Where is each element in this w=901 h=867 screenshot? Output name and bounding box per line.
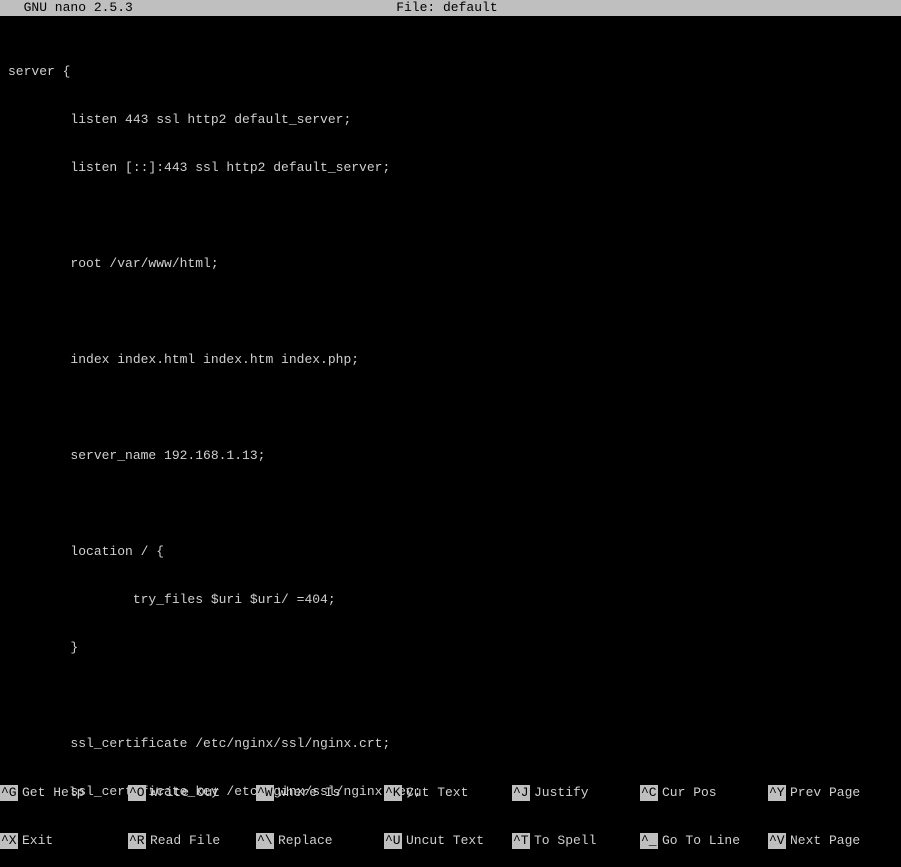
shortcut-where-is[interactable]: ^WWhere Is bbox=[256, 785, 384, 801]
shortcut-replace[interactable]: ^\Replace bbox=[256, 833, 384, 849]
shortcut-key: ^Y bbox=[768, 785, 786, 801]
shortcut-label: Exit bbox=[22, 833, 53, 849]
code-line: index index.html index.htm index.php; bbox=[0, 352, 901, 368]
shortcut-row-1: ^GGet Help^OWrite Out^WWhere Is^KCut Tex… bbox=[0, 785, 901, 801]
shortcut-key: ^G bbox=[0, 785, 18, 801]
code-line: root /var/www/html; bbox=[0, 256, 901, 272]
shortcut-key: ^T bbox=[512, 833, 530, 849]
shortcut-read-file[interactable]: ^RRead File bbox=[128, 833, 256, 849]
shortcut-key: ^O bbox=[128, 785, 146, 801]
shortcut-exit[interactable]: ^XExit bbox=[0, 833, 128, 849]
shortcut-cur-pos[interactable]: ^CCur Pos bbox=[640, 785, 768, 801]
code-line: server { bbox=[0, 64, 901, 80]
code-line bbox=[0, 688, 901, 704]
shortcut-write-out[interactable]: ^OWrite Out bbox=[128, 785, 256, 801]
shortcut-row-2: ^XExit^RRead File^\Replace^UUncut Text^T… bbox=[0, 833, 901, 849]
code-line: listen 443 ssl http2 default_server; bbox=[0, 112, 901, 128]
shortcut-key: ^V bbox=[768, 833, 786, 849]
shortcut-key: ^K bbox=[384, 785, 402, 801]
code-line: ssl_certificate /etc/nginx/ssl/nginx.crt… bbox=[0, 736, 901, 752]
shortcut-label: Uncut Text bbox=[406, 833, 484, 849]
shortcut-key: ^C bbox=[640, 785, 658, 801]
shortcut-go-to-line[interactable]: ^_Go To Line bbox=[640, 833, 768, 849]
code-line: location / { bbox=[0, 544, 901, 560]
shortcut-bar: ^GGet Help^OWrite Out^WWhere Is^KCut Tex… bbox=[0, 753, 901, 867]
shortcut-label: Go To Line bbox=[662, 833, 740, 849]
shortcut-to-spell[interactable]: ^TTo Spell bbox=[512, 833, 640, 849]
shortcut-label: To Spell bbox=[534, 833, 596, 849]
code-line bbox=[0, 304, 901, 320]
shortcut-label: Justify bbox=[534, 785, 589, 801]
code-line: listen [::]:443 ssl http2 default_server… bbox=[0, 160, 901, 176]
code-line bbox=[0, 400, 901, 416]
code-line bbox=[0, 496, 901, 512]
app-name: GNU nano 2.5.3 bbox=[0, 0, 133, 16]
file-label: File: default bbox=[133, 0, 761, 16]
shortcut-key: ^\ bbox=[256, 833, 274, 849]
shortcut-label: Cut Text bbox=[406, 785, 468, 801]
shortcut-cut-text[interactable]: ^KCut Text bbox=[384, 785, 512, 801]
code-line bbox=[0, 208, 901, 224]
shortcut-justify[interactable]: ^JJustify bbox=[512, 785, 640, 801]
shortcut-prev-page[interactable]: ^YPrev Page bbox=[768, 785, 896, 801]
shortcut-next-page[interactable]: ^VNext Page bbox=[768, 833, 896, 849]
shortcut-label: Cur Pos bbox=[662, 785, 717, 801]
shortcut-uncut-text[interactable]: ^UUncut Text bbox=[384, 833, 512, 849]
shortcut-label: Prev Page bbox=[790, 785, 860, 801]
shortcut-key: ^U bbox=[384, 833, 402, 849]
shortcut-label: Next Page bbox=[790, 833, 860, 849]
editor-area[interactable]: server { listen 443 ssl http2 default_se… bbox=[0, 16, 901, 867]
shortcut-label: Write Out bbox=[150, 785, 220, 801]
shortcut-get-help[interactable]: ^GGet Help bbox=[0, 785, 128, 801]
shortcut-label: Replace bbox=[278, 833, 333, 849]
code-line: server_name 192.168.1.13; bbox=[0, 448, 901, 464]
title-bar: GNU nano 2.5.3 File: default bbox=[0, 0, 901, 16]
shortcut-key: ^R bbox=[128, 833, 146, 849]
shortcut-label: Get Help bbox=[22, 785, 84, 801]
shortcut-label: Where Is bbox=[278, 785, 340, 801]
shortcut-key: ^J bbox=[512, 785, 530, 801]
shortcut-label: Read File bbox=[150, 833, 220, 849]
shortcut-key: ^_ bbox=[640, 833, 658, 849]
shortcut-key: ^W bbox=[256, 785, 274, 801]
code-line: } bbox=[0, 640, 901, 656]
code-line: try_files $uri $uri/ =404; bbox=[0, 592, 901, 608]
shortcut-key: ^X bbox=[0, 833, 18, 849]
